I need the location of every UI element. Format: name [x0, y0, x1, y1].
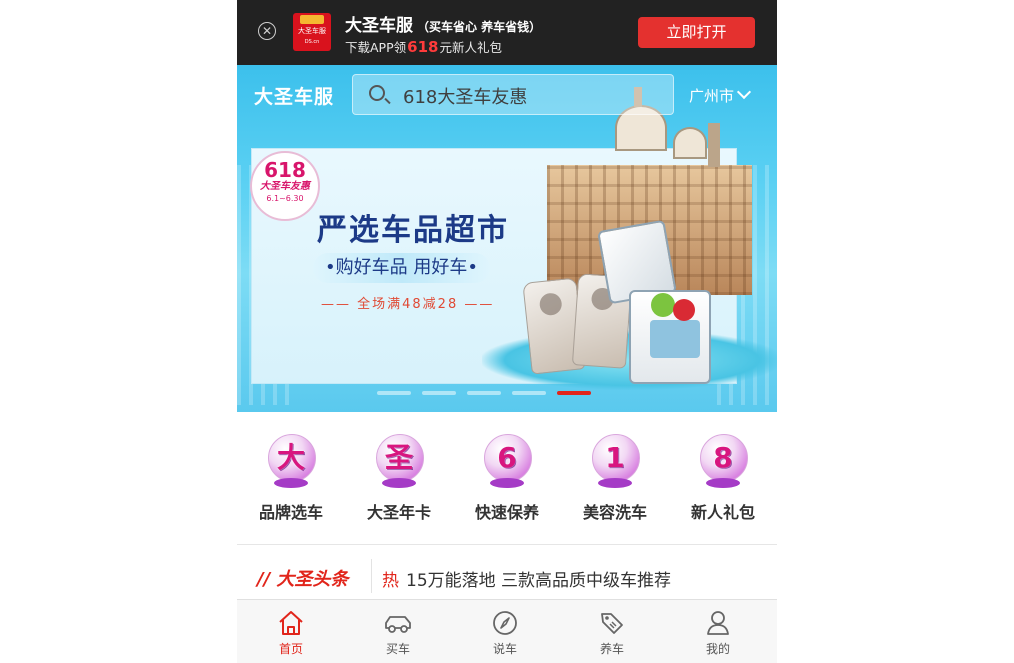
tab-buy-car[interactable]: 买车: [368, 608, 428, 657]
category-quick-maintenance[interactable]: 6 快速保养: [457, 434, 557, 523]
badge-date: 6.1~6.30: [266, 194, 304, 203]
banner-offer: —— 全场满48减28 ——: [321, 297, 495, 312]
carousel-dot[interactable]: [377, 391, 411, 395]
category-nav: 大 品牌选车 圣 大圣年卡 6 快速保养 1 美容洗车 8 新人礼包: [237, 412, 777, 544]
category-label: 快速保养: [474, 503, 539, 522]
tab-label: 我的: [705, 642, 730, 656]
badge-number: 618: [264, 158, 306, 182]
category-car-wash[interactable]: 1 美容洗车: [565, 434, 665, 523]
bottom-tab-bar: 首页 买车 说车 养车 我的: [237, 599, 777, 663]
tab-label: 买车: [385, 642, 410, 656]
category-glyph: 8: [713, 441, 733, 474]
promo-amount: 618: [407, 38, 439, 56]
search-input[interactable]: 618大圣车友惠: [352, 74, 674, 115]
close-icon[interactable]: ✕: [258, 22, 276, 40]
tab-label: 首页: [278, 642, 303, 656]
category-label: 大圣年卡: [366, 503, 431, 522]
brand-car-icon: 大: [267, 434, 316, 490]
category-label: 品牌选车: [258, 503, 323, 522]
carousel-dot[interactable]: [512, 391, 546, 395]
category-label: 美容洗车: [582, 503, 647, 522]
category-annual-card[interactable]: 圣 大圣年卡: [349, 434, 449, 523]
app-name-text: 大圣车服: [345, 16, 413, 36]
car-icon: [383, 608, 413, 638]
open-app-button[interactable]: 立即打开: [638, 17, 755, 48]
618-promo-badge: 618 大圣车友惠 6.1~6.30: [250, 151, 320, 221]
category-glyph: 大: [276, 441, 305, 474]
bell-tower-image: [708, 123, 720, 167]
app-download-bar: ✕ 大圣车服 DS.cn 大圣车服 （买车省心 养车省钱） 下载APP领618元新…: [237, 0, 777, 65]
search-icon: [369, 85, 385, 101]
tab-mine[interactable]: 我的: [688, 608, 748, 657]
mobile-page: ✕ 大圣车服 DS.cn 大圣车服 （买车省心 养车省钱） 下载APP领618元新…: [237, 0, 777, 663]
small-dome-image: [673, 127, 707, 159]
category-brand-car[interactable]: 大 品牌选车: [241, 434, 341, 523]
category-glyph: 圣: [384, 441, 413, 474]
promo-banner[interactable]: 618 大圣车友惠 6.1~6.30 严选车品超市 •购好车品 用好车• —— …: [237, 65, 777, 412]
annual-card-icon: 圣: [375, 434, 424, 490]
carousel-dot[interactable]: [467, 391, 501, 395]
city-name: 广州市: [689, 87, 735, 105]
tab-talk-car[interactable]: 说车: [475, 608, 535, 657]
news-separator: [371, 559, 372, 593]
apple-image: [673, 299, 695, 321]
app-name: 大圣车服 （买车省心 养车省钱）: [345, 11, 541, 36]
category-glyph: 6: [497, 441, 517, 474]
site-logo[interactable]: 大圣车服: [254, 82, 334, 109]
category-glyph: 1: [605, 441, 625, 474]
car-fridge-panel-image: [650, 320, 700, 358]
home-icon: [276, 608, 306, 638]
carousel-dot-active[interactable]: [557, 391, 591, 395]
gift-package-icon: 8: [699, 434, 748, 490]
category-label: 新人礼包: [690, 503, 755, 522]
promo-suffix: 元新人礼包: [439, 40, 502, 55]
banner-headline: 严选车品超市: [317, 213, 509, 248]
news-title[interactable]: 15万能落地 三款高品质中级车推荐: [406, 566, 671, 591]
carousel-indicators: [237, 391, 777, 397]
app-promo-text: 下载APP领618元新人礼包: [345, 37, 502, 56]
app-logo: 大圣车服 DS.cn: [293, 13, 331, 51]
news-logo: // 大圣头条: [257, 569, 349, 590]
tag-icon: [597, 608, 627, 638]
grapes-image: [651, 293, 675, 317]
badge-name: 大圣车友惠: [260, 181, 310, 192]
banner-tagline: •购好车品 用好车•: [313, 253, 490, 283]
tab-car-care[interactable]: 养车: [582, 608, 642, 657]
carousel-dot[interactable]: [422, 391, 456, 395]
headline-news[interactable]: // 大圣头条 热 15万能落地 三款高品质中级车推荐: [237, 545, 777, 600]
city-selector[interactable]: 广州市: [689, 84, 752, 106]
car-wash-icon: 1: [591, 434, 640, 490]
tab-home[interactable]: 首页: [261, 608, 321, 657]
compass-icon: [490, 608, 520, 638]
tab-label: 养车: [599, 642, 624, 656]
chevron-down-icon: [736, 84, 752, 100]
hot-tag: 热: [382, 571, 399, 591]
promo-prefix: 下载APP领: [345, 40, 407, 55]
user-icon: [703, 608, 733, 638]
tab-label: 说车: [492, 642, 517, 656]
category-gift-package[interactable]: 8 新人礼包: [673, 434, 773, 523]
app-slogan: （买车省心 养车省钱）: [417, 20, 542, 34]
quick-maintenance-icon: 6: [483, 434, 532, 490]
search-placeholder: 618大圣车友惠: [403, 87, 528, 108]
